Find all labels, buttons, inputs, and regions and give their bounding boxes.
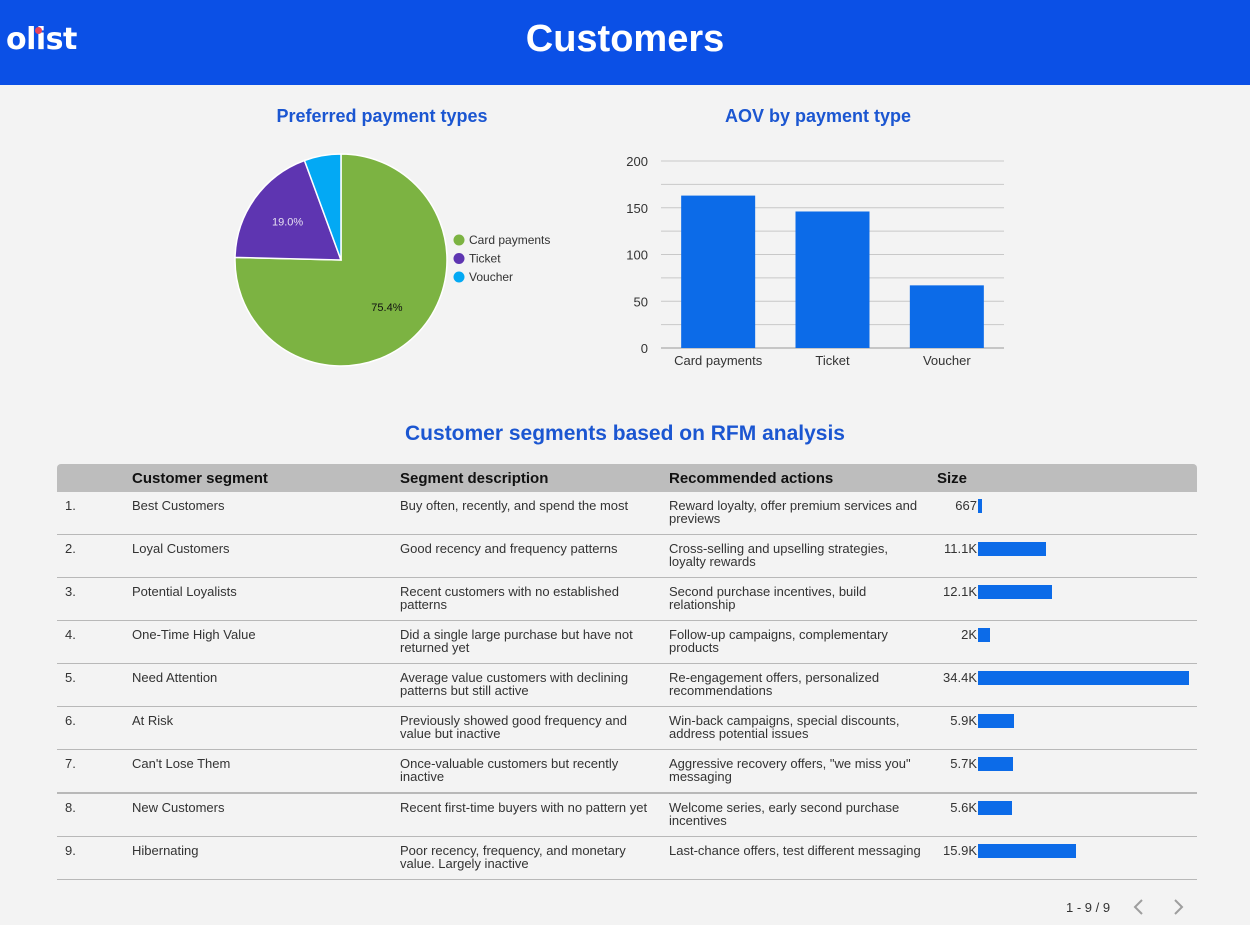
pie-chart-title: Preferred payment types [276, 106, 488, 126]
size-bar [978, 714, 1015, 728]
pie-data-label: 75.4% [371, 302, 402, 314]
segment-description: Once-valuable customers but recently ina… [400, 756, 619, 784]
row-number: 9. [65, 843, 76, 858]
segments-title: Customer segments based on RFM analysis [405, 422, 845, 445]
y-tick-label: 0 [641, 341, 648, 356]
recommended-actions: Last-chance offers, test different messa… [669, 843, 921, 858]
row-number: 8. [65, 800, 76, 815]
segment-name: New Customers [132, 800, 225, 815]
size-value: 5.9K [950, 713, 977, 728]
segment-name: At Risk [132, 713, 174, 728]
recommended-actions: Welcome series, early second purchase in… [669, 800, 900, 828]
table-row[interactable]: 8. New Customers Recent first-time buyers … [57, 794, 1197, 837]
size-value: 15.9K [943, 843, 977, 858]
page-header: olist Customers [0, 0, 1250, 85]
table-row[interactable]: 9. Hibernating Poor recency, frequency, an… [57, 837, 1197, 880]
size-value: 34.4K [943, 670, 977, 685]
legend-label: Voucher [469, 270, 513, 284]
segments-table: Customer segment Segment description Rec… [57, 464, 1197, 880]
size-value: 5.7K [950, 756, 977, 771]
legend-swatch [453, 271, 465, 283]
size-bar [978, 499, 983, 513]
row-number: 7. [65, 756, 76, 771]
segment-description: Buy often, recently, and spend the most [400, 498, 629, 513]
row-number: 2. [65, 541, 76, 556]
payment-types-pie-chart: 75.4% 19.0% Card payments Ticket Voucher [234, 153, 550, 367]
chevron-left-icon[interactable] [1131, 898, 1147, 916]
bar-ticket[interactable] [795, 211, 870, 348]
bar-chart-title: AOV by payment type [724, 106, 912, 126]
table-row[interactable]: 3. Potential Loyalists Recent customers wi… [57, 578, 1197, 621]
recommended-actions: Cross-selling and upselling strategies, … [669, 541, 888, 569]
x-tick-label: Ticket [815, 353, 850, 368]
segment-name: Need Attention [132, 670, 218, 685]
col-header-actions[interactable]: Recommended actions [669, 470, 833, 487]
segment-description: Did a single large purchase but have not… [400, 627, 633, 655]
segment-description: Average value customers with declining p… [400, 670, 629, 698]
recommended-actions: Reward loyalty, offer premium services a… [669, 498, 918, 526]
legend-label: Ticket [469, 252, 501, 266]
pagination-label: 1 - 9 / 9 [1066, 900, 1111, 915]
table-row[interactable]: 1. Best Customers Buy often, recently, and… [57, 492, 1197, 535]
table-row[interactable]: 7. Can't Lose Them Once-valuable customers… [57, 750, 1197, 794]
segment-name: Best Customers [132, 498, 225, 513]
x-tick-label: Card payments [674, 353, 763, 368]
table-row[interactable]: 6. At Risk Previously showed good frequenc… [57, 707, 1197, 750]
segment-name: Hibernating [132, 843, 199, 858]
y-tick-label: 100 [626, 248, 648, 263]
size-bar [978, 671, 1189, 685]
col-header-segment[interactable]: Customer segment [132, 470, 268, 487]
bar-voucher[interactable] [909, 285, 984, 348]
size-bar [978, 542, 1047, 556]
table-header[interactable]: Customer segment Segment description Rec… [57, 464, 1197, 492]
row-number: 4. [65, 627, 76, 642]
segment-description: Recent first-time buyers with no pattern… [400, 800, 648, 815]
aov-bar-chart: 0 50 100 150 200 Card payments Ticket Voucher [626, 154, 1004, 368]
table-body: 1. Best Customers Buy often, recently, and… [57, 492, 1197, 880]
row-number: 5. [65, 670, 76, 685]
segment-name: One-Time High Value [132, 627, 256, 642]
row-number: 6. [65, 713, 76, 728]
size-value: 12.1K [943, 584, 977, 599]
page-title: Customers [525, 18, 725, 60]
x-tick-label: Voucher [923, 353, 971, 368]
recommended-actions: Second purchase incentives, build relati… [669, 584, 867, 612]
size-value: 5.6K [950, 800, 977, 815]
recommended-actions: Win-back campaigns, special discounts, a… [669, 713, 900, 741]
segment-description: Good recency and frequency patterns [400, 541, 618, 556]
segment-description: Previously showed good frequency and val… [400, 713, 627, 741]
bar-card-payments[interactable] [681, 195, 756, 348]
legend-swatch [453, 253, 465, 264]
recommended-actions: Aggressive recovery offers, "we miss you… [669, 756, 911, 784]
size-bar [978, 801, 1013, 815]
legend-swatch [453, 234, 465, 246]
pie-data-label: 19.0% [272, 217, 303, 229]
recommended-actions: Re-engagement offers, personalized recom… [669, 670, 880, 698]
segment-description: Recent customers with no established pat… [400, 584, 619, 612]
row-number: 1. [65, 498, 76, 513]
segment-name: Loyal Customers [132, 541, 230, 556]
size-bar [978, 585, 1053, 599]
recommended-actions: Follow-up campaigns, complementary produ… [669, 627, 888, 655]
col-header-description[interactable]: Segment description [400, 470, 548, 487]
table-row[interactable]: 4. One-Time High Value Did a single large … [57, 621, 1197, 664]
segment-name: Potential Loyalists [132, 584, 237, 599]
table-row[interactable]: 5. Need Attention Average value customers … [57, 664, 1197, 707]
y-tick-label: 150 [626, 201, 648, 216]
row-number: 3. [65, 584, 76, 599]
segment-name: Can't Lose Them [132, 756, 231, 771]
segment-description: Poor recency, frequency, and monetary va… [400, 843, 626, 871]
size-value: 667 [955, 498, 977, 513]
legend-label: Card payments [469, 233, 550, 247]
size-bar [978, 844, 1076, 858]
y-tick-label: 50 [634, 294, 648, 309]
size-value: 2K [961, 627, 977, 642]
size-bar [978, 628, 991, 642]
col-header-size[interactable]: Size [937, 470, 967, 487]
y-tick-label: 200 [626, 154, 648, 169]
size-bar [978, 757, 1013, 771]
table-row[interactable]: 2. Loyal Customers Good recency and freque… [57, 535, 1197, 578]
size-value: 11.1K [943, 541, 977, 556]
chevron-right-icon[interactable] [1170, 898, 1186, 916]
